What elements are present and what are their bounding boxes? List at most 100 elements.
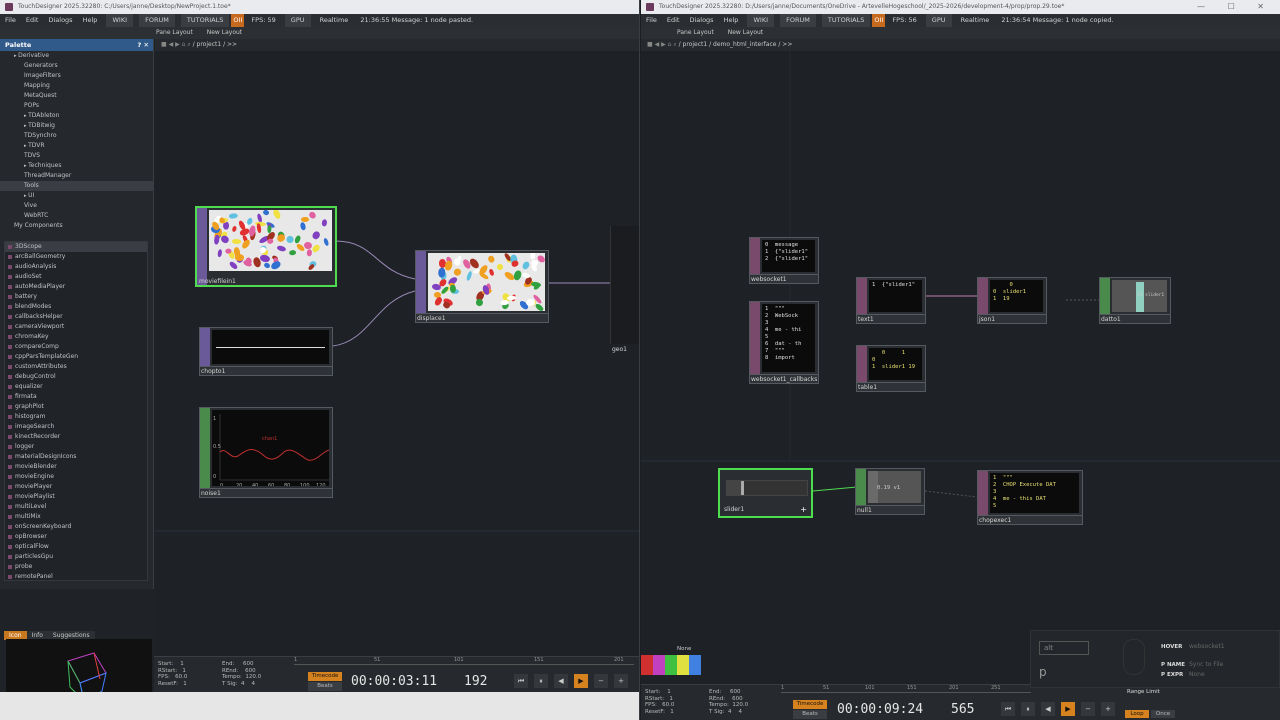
node-displace1[interactable]: displace1 bbox=[415, 250, 549, 324]
component-list-item[interactable]: histogram bbox=[5, 412, 147, 422]
loop-toggle[interactable]: Loop bbox=[1125, 710, 1149, 718]
close-icon[interactable]: ? ✕ bbox=[138, 39, 149, 51]
add-icon[interactable]: + bbox=[800, 505, 807, 514]
component-list-item[interactable]: logger bbox=[5, 442, 147, 452]
node-noise1[interactable]: 1 0.5 0 chan1 0 20 40 60 80 100 120 nois bbox=[199, 407, 333, 499]
palette-item[interactable]: UI bbox=[0, 191, 153, 201]
palette-item[interactable]: Techniques bbox=[0, 161, 153, 171]
node-chopexec1[interactable]: 1 """ 2 CHOP Execute DAT 3 4 me - this D… bbox=[977, 470, 1083, 526]
node-text1[interactable]: 1 {"slider1" text1 bbox=[856, 277, 926, 325]
window-controls-icon[interactable]: — ☐ ✕ bbox=[1197, 0, 1274, 14]
palette-item[interactable]: TDVS bbox=[0, 151, 153, 161]
gpu-button[interactable]: GPU bbox=[925, 14, 952, 27]
palette-item[interactable]: WebRTC bbox=[0, 211, 153, 221]
component-list-item[interactable]: movieEngine bbox=[5, 472, 147, 482]
oii-badge[interactable]: OII bbox=[231, 14, 245, 27]
component-list-item[interactable]: autoMediaPlayer bbox=[5, 282, 147, 292]
tutorials-button[interactable]: TUTORIALS bbox=[821, 14, 871, 27]
component-list-item[interactable]: battery bbox=[5, 292, 147, 302]
forum-button[interactable]: FORUM bbox=[780, 14, 816, 27]
component-list-item[interactable]: chromaKey bbox=[5, 332, 147, 342]
component-list-item[interactable]: kinectRecorder bbox=[5, 432, 147, 442]
component-list-item[interactable]: callbacksHelper bbox=[5, 312, 147, 322]
palette-item[interactable]: TDBitwig bbox=[0, 121, 153, 131]
timecode-toggle[interactable]: Timecode bbox=[308, 672, 342, 681]
menu-help[interactable]: Help bbox=[719, 14, 744, 27]
component-list-item[interactable]: compareComp bbox=[5, 342, 147, 352]
component-list[interactable]: 3DScope arcBallGeometry audioAnalysis audio… bbox=[4, 241, 148, 581]
palette-item[interactable]: My Components bbox=[0, 221, 153, 231]
component-list-item[interactable]: equalizer bbox=[5, 382, 147, 392]
gpu-button[interactable]: GPU bbox=[284, 14, 311, 27]
component-list-item[interactable]: multiLevel bbox=[5, 502, 147, 512]
component-list-item[interactable]: movieBlender bbox=[5, 462, 147, 472]
component-list-item[interactable]: moviePlaylist bbox=[5, 492, 147, 502]
palette-item[interactable]: TDSynchro bbox=[0, 131, 153, 141]
realtime-toggle[interactable]: Realtime bbox=[315, 14, 354, 27]
palette-item[interactable]: Derivative bbox=[0, 51, 153, 61]
palette-item[interactable]: ImageFilters bbox=[0, 71, 153, 81]
step-forward-icon[interactable]: + bbox=[1101, 702, 1115, 716]
frame-readout[interactable]: 565 bbox=[951, 702, 974, 717]
palette-item[interactable]: TDAbleton bbox=[0, 111, 153, 121]
component-list-item[interactable]: probe bbox=[5, 562, 147, 572]
menu-file[interactable]: File bbox=[641, 14, 662, 27]
component-list-item[interactable]: firmata bbox=[5, 392, 147, 402]
new-layout-button[interactable]: New Layout bbox=[722, 27, 769, 39]
component-list-item[interactable]: opBrowser bbox=[5, 532, 147, 542]
component-list-item[interactable]: imageSearch bbox=[5, 422, 147, 432]
node-geo1[interactable]: geo1 bbox=[610, 226, 639, 356]
node-slider1[interactable]: slider1 + bbox=[718, 468, 813, 518]
slider-track[interactable] bbox=[726, 480, 808, 496]
pane-layout-label[interactable]: Pane Layout bbox=[671, 27, 720, 39]
node-moviefilein1[interactable]: moviefilein1 bbox=[195, 206, 337, 287]
tutorials-button[interactable]: TUTORIALS bbox=[180, 14, 230, 27]
right-network-path[interactable]: ■ ◀ ▶ ⌂ ⌕ / project1 / demo_html_interfa… bbox=[641, 39, 1280, 51]
rewind-icon[interactable]: ⏮ bbox=[514, 674, 528, 688]
wiki-button[interactable]: WIKI bbox=[747, 14, 775, 27]
pause-icon[interactable]: ⏸ bbox=[534, 674, 548, 688]
step-back-icon[interactable]: − bbox=[1081, 702, 1095, 716]
node-table1[interactable]: 0 1 0 1 slider1 19 table1 bbox=[856, 345, 926, 393]
timecode-readout[interactable]: 00:00:09:24 bbox=[837, 702, 923, 717]
palette-item[interactable]: Generators bbox=[0, 61, 153, 71]
right-network-editor[interactable]: 0 message 1 {"slider1" 2 {"slider1" webs… bbox=[641, 51, 1280, 684]
new-layout-button[interactable]: New Layout bbox=[201, 27, 248, 39]
beats-toggle[interactable]: Beats bbox=[793, 710, 827, 719]
palette-item[interactable]: POPs bbox=[0, 101, 153, 111]
palette-item[interactable]: ThreadManager bbox=[0, 171, 153, 181]
component-list-item[interactable]: arcBallGeometry bbox=[5, 252, 147, 262]
realtime-toggle[interactable]: Realtime bbox=[956, 14, 995, 27]
component-list-item[interactable]: cameraViewport bbox=[5, 322, 147, 332]
timeline-ruler[interactable]: 1 51 101 151 201 251 bbox=[781, 685, 1031, 693]
palette-item[interactable]: MetaQuest bbox=[0, 91, 153, 101]
component-list-item[interactable]: materialDesignIcons bbox=[5, 452, 147, 462]
node-json1[interactable]: 0 0 slider1 1 19 json1 bbox=[977, 277, 1047, 325]
component-list-item[interactable]: audioAnalysis bbox=[5, 262, 147, 272]
once-toggle[interactable]: Once bbox=[1151, 710, 1175, 718]
play-icon[interactable]: ▶ bbox=[574, 674, 588, 688]
component-list-item[interactable]: cppParsTemplateGen bbox=[5, 352, 147, 362]
component-list-item[interactable]: audioSet bbox=[5, 272, 147, 282]
palette-item[interactable]: Mapping bbox=[0, 81, 153, 91]
component-list-item[interactable]: opticalFlow bbox=[5, 542, 147, 552]
play-icon[interactable]: ▶ bbox=[1061, 702, 1075, 716]
palette-item[interactable]: Vive bbox=[0, 201, 153, 211]
left-network-editor[interactable]: moviefilein1 displace1 geo1 chopto1 1 0.… bbox=[155, 51, 639, 656]
left-network-path[interactable]: ■ ◀ ▶ ⌂ ⌕ / project1 / >> bbox=[155, 39, 639, 51]
palette-item[interactable]: TDVR bbox=[0, 141, 153, 151]
node-websocket1-callbacks[interactable]: 1 """ 2 WebSock 3 4 me - thi 5 6 dat - t… bbox=[749, 301, 819, 385]
step-back-icon[interactable]: − bbox=[594, 674, 608, 688]
forum-button[interactable]: FORUM bbox=[139, 14, 175, 27]
component-list-item[interactable]: customAttributes bbox=[5, 362, 147, 372]
pause-icon[interactable]: ⏸ bbox=[1021, 702, 1035, 716]
component-list-item[interactable]: moviePlayer bbox=[5, 482, 147, 492]
rewind-icon[interactable]: ⏮ bbox=[1001, 702, 1015, 716]
step-forward-icon[interactable]: + bbox=[614, 674, 628, 688]
node-chopto1[interactable]: chopto1 bbox=[199, 327, 333, 377]
component-list-item[interactable]: blendModes bbox=[5, 302, 147, 312]
menu-edit[interactable]: Edit bbox=[21, 14, 44, 27]
palette-item[interactable]: Tools bbox=[0, 181, 153, 191]
menu-help[interactable]: Help bbox=[78, 14, 103, 27]
component-list-item[interactable]: 3DScope bbox=[5, 242, 147, 252]
